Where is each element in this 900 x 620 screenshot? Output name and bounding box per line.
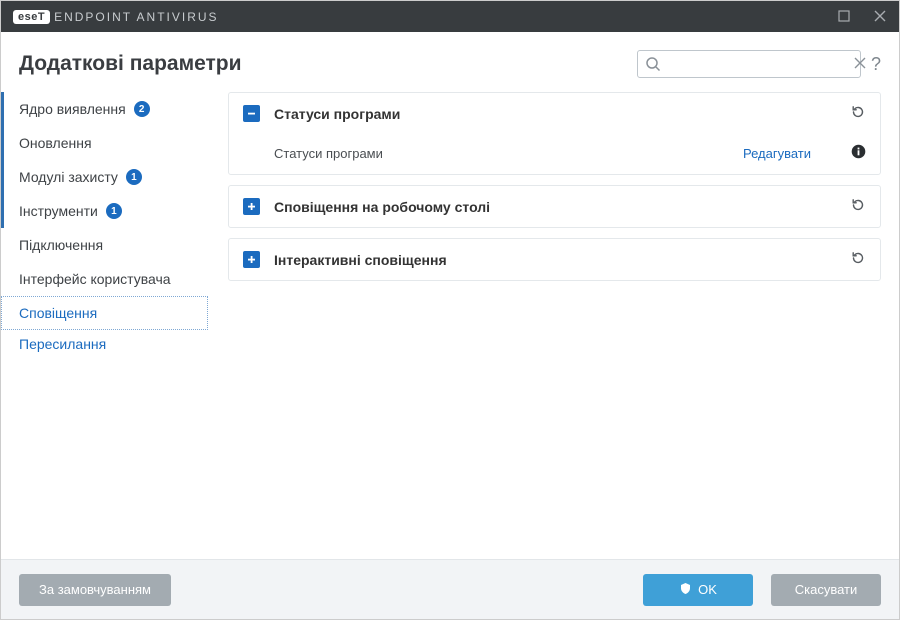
button-label: Скасувати [795,582,858,597]
panel-desktop-notifications: Сповіщення на робочому столі [228,185,881,228]
content-area: Статуси програми Статуси програми Редагу… [216,92,899,609]
footer: За замовчуванням OK Скасувати [1,559,899,619]
sidebar-badge: 1 [106,203,122,219]
window-maximize-icon[interactable] [833,9,855,25]
cancel-button[interactable]: Скасувати [771,574,881,606]
panel-interactive-notifications: Інтерактивні сповіщення [228,238,881,281]
sidebar-item-label: Модулі захисту [19,169,118,185]
window-close-icon[interactable] [869,9,891,25]
sidebar-badge: 2 [134,101,150,117]
shield-icon [679,582,692,598]
page-title: Додаткові параметри [19,52,242,76]
reset-icon[interactable] [850,104,866,123]
sidebar-item-update[interactable]: Оновлення [1,126,208,160]
help-icon[interactable]: ? [871,54,881,75]
sidebar-badge: 1 [126,169,142,185]
button-label: За замовчуванням [39,582,151,597]
setting-label: Статуси програми [274,146,383,161]
reset-icon[interactable] [850,250,866,269]
sidebar-item-notifications[interactable]: Сповіщення [1,296,208,330]
search-box[interactable] [637,50,861,78]
sidebar-item-ui[interactable]: Інтерфейс користувача [1,262,208,296]
button-label: OK [698,582,717,597]
header: Додаткові параметри ? [1,32,899,92]
expand-icon [243,198,260,215]
titlebar: eseT ENDPOINT ANTIVIRUS [1,1,899,32]
panel-header[interactable]: Статуси програми [229,93,880,134]
logo-badge: eseT [13,10,50,24]
sidebar-item-label: Інтерфейс користувача [19,271,171,287]
sidebar-item-label: Оновлення [19,135,92,151]
panel-title: Статуси програми [274,106,400,122]
sidebar-item-protection-modules[interactable]: Модулі захисту 1 [1,160,208,194]
defaults-button[interactable]: За замовчуванням [19,574,171,606]
sidebar-item-label: Сповіщення [19,305,97,321]
ok-button[interactable]: OK [643,574,753,606]
panel-title: Сповіщення на робочому столі [274,199,490,215]
reset-icon[interactable] [850,197,866,216]
product-logo: eseT ENDPOINT ANTIVIRUS [13,10,219,24]
product-name: ENDPOINT ANTIVIRUS [54,10,218,24]
edit-link[interactable]: Редагувати [743,146,811,161]
sidebar-item-label: Підключення [19,237,103,253]
panel-app-statuses: Статуси програми Статуси програми Редагу… [228,92,881,175]
search-input[interactable] [666,57,832,72]
sidebar-item-label: Ядро виявлення [19,101,126,117]
sidebar-item-connection[interactable]: Підключення [1,228,208,262]
setting-row-app-statuses: Статуси програми Редагувати [229,134,880,174]
collapse-icon [243,105,260,122]
expand-icon [243,251,260,268]
sidebar: Ядро виявлення 2 Оновлення Модулі захист… [1,92,216,609]
info-icon[interactable] [851,144,866,162]
panel-title: Інтерактивні сповіщення [274,252,447,268]
panel-header[interactable]: Інтерактивні сповіщення [229,239,880,280]
sidebar-subitem-forwarding[interactable]: Пересилання [1,330,208,358]
sidebar-item-detection-engine[interactable]: Ядро виявлення 2 [1,92,208,126]
sidebar-item-label: Пересилання [19,336,106,352]
panel-header[interactable]: Сповіщення на робочому столі [229,186,880,227]
sidebar-item-tools[interactable]: Інструменти 1 [1,194,208,228]
sidebar-item-label: Інструменти [19,203,98,219]
